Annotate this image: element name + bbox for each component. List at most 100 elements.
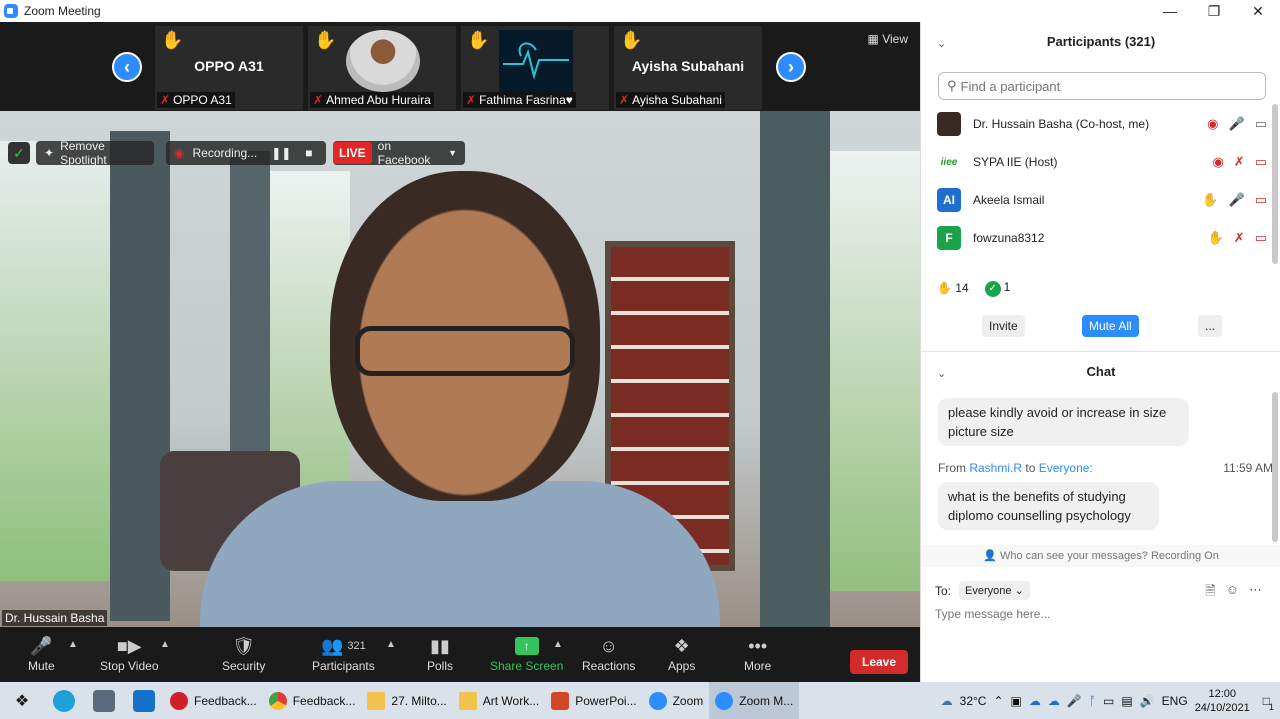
title-bar: Zoom Meeting — ❐ ✕ (0, 0, 1280, 22)
avatar (937, 112, 961, 136)
reactions-button[interactable]: ☺ Reactions (582, 633, 635, 674)
maximize-button[interactable]: ❐ (1192, 0, 1236, 22)
video-tile[interactable]: ✋ Ayisha Subahani ✗ Ayisha Subahani (614, 26, 762, 110)
strip-next-button[interactable]: › (776, 52, 806, 82)
recording-icon: ◉ (1207, 116, 1219, 131)
taskbar-app-opera[interactable]: Feedback... (164, 682, 263, 719)
mute-button[interactable]: 🎤 Mute (28, 633, 55, 674)
tray-app-icon[interactable]: ▣ (1011, 694, 1022, 708)
stop-video-button[interactable]: ■▶ Stop Video (100, 633, 159, 674)
mute-all-button[interactable]: Mute All (1082, 315, 1139, 337)
powerpoint-icon (551, 691, 570, 710)
meeting-area: ‹ ✋ OPPO A31 ✗ OPPO A31 ✋ ✗ Ahmed Abu Hura… (0, 22, 920, 682)
muted-mic-icon: ✗ (466, 93, 477, 107)
folder-icon (367, 691, 386, 710)
avatar: AI (937, 188, 961, 212)
video-camera-icon: ■▶ (116, 635, 142, 656)
share-options-chevron[interactable]: ▲ (553, 639, 563, 650)
taskbar-app-zoom-meeting[interactable]: Zoom M... (709, 682, 800, 719)
participant-search[interactable]: ⚲ (938, 72, 1266, 100)
more-options-button[interactable]: ... (1198, 315, 1223, 337)
security-button[interactable]: 🛡 Security (222, 633, 265, 674)
participant-row[interactable]: iiee SYPA IIE (Host) ◉ ✗ ▭ (937, 144, 1267, 180)
grid-icon: ▦ (867, 32, 879, 46)
taskbar-app-powerpoint[interactable]: PowerPoi... (545, 682, 642, 719)
chat-scrollbar[interactable] (1272, 392, 1278, 542)
minimize-button[interactable]: — (1148, 0, 1192, 22)
participant-strip: ‹ ✋ OPPO A31 ✗ OPPO A31 ✋ ✗ Ahmed Abu Hura… (0, 22, 920, 111)
raised-hand-icon: ✋ (314, 30, 337, 50)
remove-spotlight-button[interactable]: ✦ Remove Spotlight (36, 139, 154, 167)
recipient-dropdown[interactable]: Everyone ⌄ (959, 581, 1030, 600)
participants-options-chevron[interactable]: ▲ (386, 639, 396, 650)
recording-icon: ◉ (1212, 154, 1224, 169)
side-panel: ⌄ Participants (321) ⚲ Dr. Hussain Basha… (920, 22, 1280, 682)
participants-button[interactable]: 👥 321 Participants (312, 633, 375, 674)
bluetooth-icon[interactable]: ᚩ (1089, 694, 1096, 708)
smiley-icon: ☺ (599, 635, 618, 656)
onedrive-cloud-icon[interactable]: ☁ (1048, 694, 1060, 708)
pause-recording-button[interactable]: ❚❚ (271, 146, 291, 160)
weather-cloud-icon[interactable]: ☁ (941, 694, 953, 708)
video-options-chevron[interactable]: ▲ (160, 639, 170, 650)
chevron-up-icon[interactable]: ⌃ (993, 694, 1003, 708)
close-button[interactable]: ✕ (1236, 0, 1280, 22)
encryption-shield-icon[interactable]: ✓ (8, 142, 30, 164)
file-icon[interactable]: 🗎 (1205, 582, 1215, 604)
start-button[interactable]: ❖ (0, 682, 44, 719)
stop-recording-button[interactable]: ■ (305, 146, 312, 160)
invite-button[interactable]: Invite (982, 315, 1025, 337)
zoom-icon (648, 691, 667, 710)
microphone-icon: 🎤 (30, 635, 53, 656)
edge-browser-icon[interactable] (44, 682, 84, 719)
video-tile[interactable]: ✋ ✗ Ahmed Abu Huraira (308, 26, 456, 110)
language-indicator[interactable]: ENG (1162, 694, 1188, 708)
participant-row[interactable]: Dr. Hussain Basha (Co-host, me) ◉ 🎤 ▭ (937, 106, 1267, 142)
temperature[interactable]: 32°C (960, 694, 987, 708)
leave-button[interactable]: Leave (850, 650, 908, 674)
volume-icon[interactable]: 🔊 (1140, 694, 1155, 708)
emoji-icon[interactable]: ☺ (1226, 582, 1239, 604)
taskbar-app-chrome[interactable]: Feedback... (263, 682, 362, 719)
opera-icon (170, 691, 188, 710)
video-tile[interactable]: ✋ OPPO A31 ✗ OPPO A31 (155, 26, 303, 110)
onedrive-cloud-icon[interactable]: ☁ (1029, 694, 1041, 708)
message-visibility-notice[interactable]: 👤 Who can see your messages? Recording O… (921, 549, 1280, 562)
more-button[interactable]: ••• More (744, 633, 771, 674)
audio-options-chevron[interactable]: ▲ (68, 639, 78, 650)
taskbar-app-folder[interactable]: Art Work... (453, 682, 545, 719)
zoom-icon (715, 691, 734, 710)
tile-name: Ayisha Subahani (631, 58, 745, 74)
microphone-icon[interactable]: 🎤 (1067, 694, 1082, 708)
raised-hand-icon: ✋ (1202, 192, 1219, 207)
strip-prev-button[interactable]: ‹ (112, 52, 142, 82)
apps-button[interactable]: ❖ Apps (668, 633, 695, 674)
chat-message-input[interactable] (935, 607, 1265, 621)
bar-chart-icon: ▮▮ (430, 635, 450, 656)
participant-row[interactable]: F fowzuna8312 ✋ ✗ ▭ (937, 220, 1267, 256)
system-tray: ☁ 32°C ⌃ ▣ ☁ ☁ 🎤 ᚩ ▭ ▤ 🔊 ENG 12:00 24/10… (941, 682, 1280, 719)
live-stream-indicator[interactable]: LIVE on Facebook ▼ (333, 139, 465, 167)
ellipsis-icon[interactable]: ⋯ (1249, 582, 1262, 604)
share-arrow-icon: ↑ (514, 637, 539, 655)
mail-icon[interactable] (124, 682, 164, 719)
notification-icon[interactable]: □ 1 (1263, 694, 1274, 712)
video-tile[interactable]: ✋ ✗ Fathima Fasrina♥ (461, 26, 609, 110)
record-icon: ◉ (174, 146, 185, 160)
tile-label: ✗ Ayisha Subahani (616, 92, 725, 108)
person-icon: 👤 (983, 550, 997, 562)
view-button[interactable]: ▦ View (868, 32, 908, 46)
taskbar-app-zoom[interactable]: Zoom (643, 682, 710, 719)
participant-row[interactable]: AI Akeela Ismail ✋ 🎤 ▭ (937, 182, 1267, 218)
participants-scrollbar[interactable] (1272, 104, 1278, 264)
search-input[interactable] (960, 78, 1241, 94)
network-icon[interactable]: ▤ (1121, 694, 1132, 708)
store-icon[interactable] (84, 682, 124, 719)
battery-icon[interactable]: ▭ (1103, 694, 1114, 708)
raised-hand-icon: ✋ (1207, 230, 1224, 245)
polls-button[interactable]: ▮▮ Polls (427, 633, 453, 674)
tile-label: ✗ Fathima Fasrina♥ (463, 92, 576, 108)
taskbar-app-folder[interactable]: 27. Milto... (361, 682, 452, 719)
raised-hand-icon: ✋ (620, 30, 643, 50)
clock[interactable]: 12:00 24/10/2021 (1195, 687, 1250, 715)
